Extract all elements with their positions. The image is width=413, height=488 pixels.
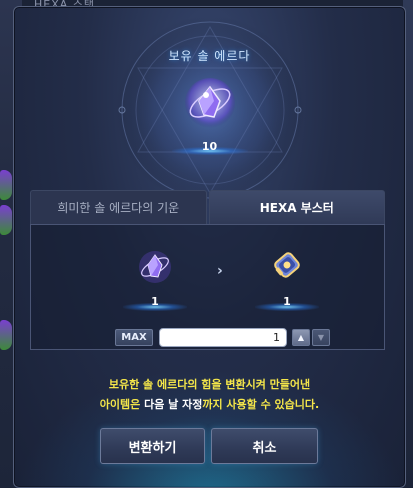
notice-line-1: 보유한 솔 에르다의 힘을 변환시켜 만들어낸 — [108, 378, 311, 391]
expiry-notice: 보유한 솔 에르다의 힘을 변환시켜 만들어낸 아이템은 다음 날 자정까지 사… — [14, 375, 405, 415]
convert-button[interactable]: 변환하기 — [100, 428, 205, 464]
sol-erda-icon — [185, 78, 235, 128]
sol-erda-conversion-dialog: 보유 솔 에르다 10 희미한 솔 에르다의 기운 HEXA 부스터 1 › 1… — [13, 6, 406, 488]
tab-faint-sol-erda[interactable]: 희미한 솔 에르다의 기운 — [30, 190, 207, 224]
gem-icon — [0, 205, 12, 235]
source-count: 1 — [151, 295, 159, 308]
notice-line-2: 아이템은 다음 날 자정까지 사용할 수 있습니다. — [99, 398, 320, 411]
decrease-quantity-button[interactable]: ▼ — [312, 329, 330, 346]
dialog-title: 보유 솔 에르다 — [168, 49, 251, 63]
conversion-panel: 1 › 1 MAX ▲ ▼ — [30, 224, 385, 350]
gem-icon — [0, 320, 12, 350]
increase-quantity-button[interactable]: ▲ — [292, 329, 310, 346]
gem-icon — [0, 170, 12, 200]
arrow-right-icon: › — [217, 263, 223, 279]
sol-erda-icon — [139, 251, 171, 283]
tab-bar: 희미한 솔 에르다의 기운 HEXA 부스터 — [30, 190, 385, 224]
hexa-booster-icon — [274, 252, 300, 278]
target-count: 1 — [283, 295, 291, 308]
held-count: 10 — [201, 140, 218, 153]
cancel-button[interactable]: 취소 — [211, 428, 318, 464]
tab-hexa-booster[interactable]: HEXA 부스터 — [208, 190, 385, 224]
quantity-input[interactable] — [159, 328, 287, 347]
max-button[interactable]: MAX — [115, 329, 153, 346]
